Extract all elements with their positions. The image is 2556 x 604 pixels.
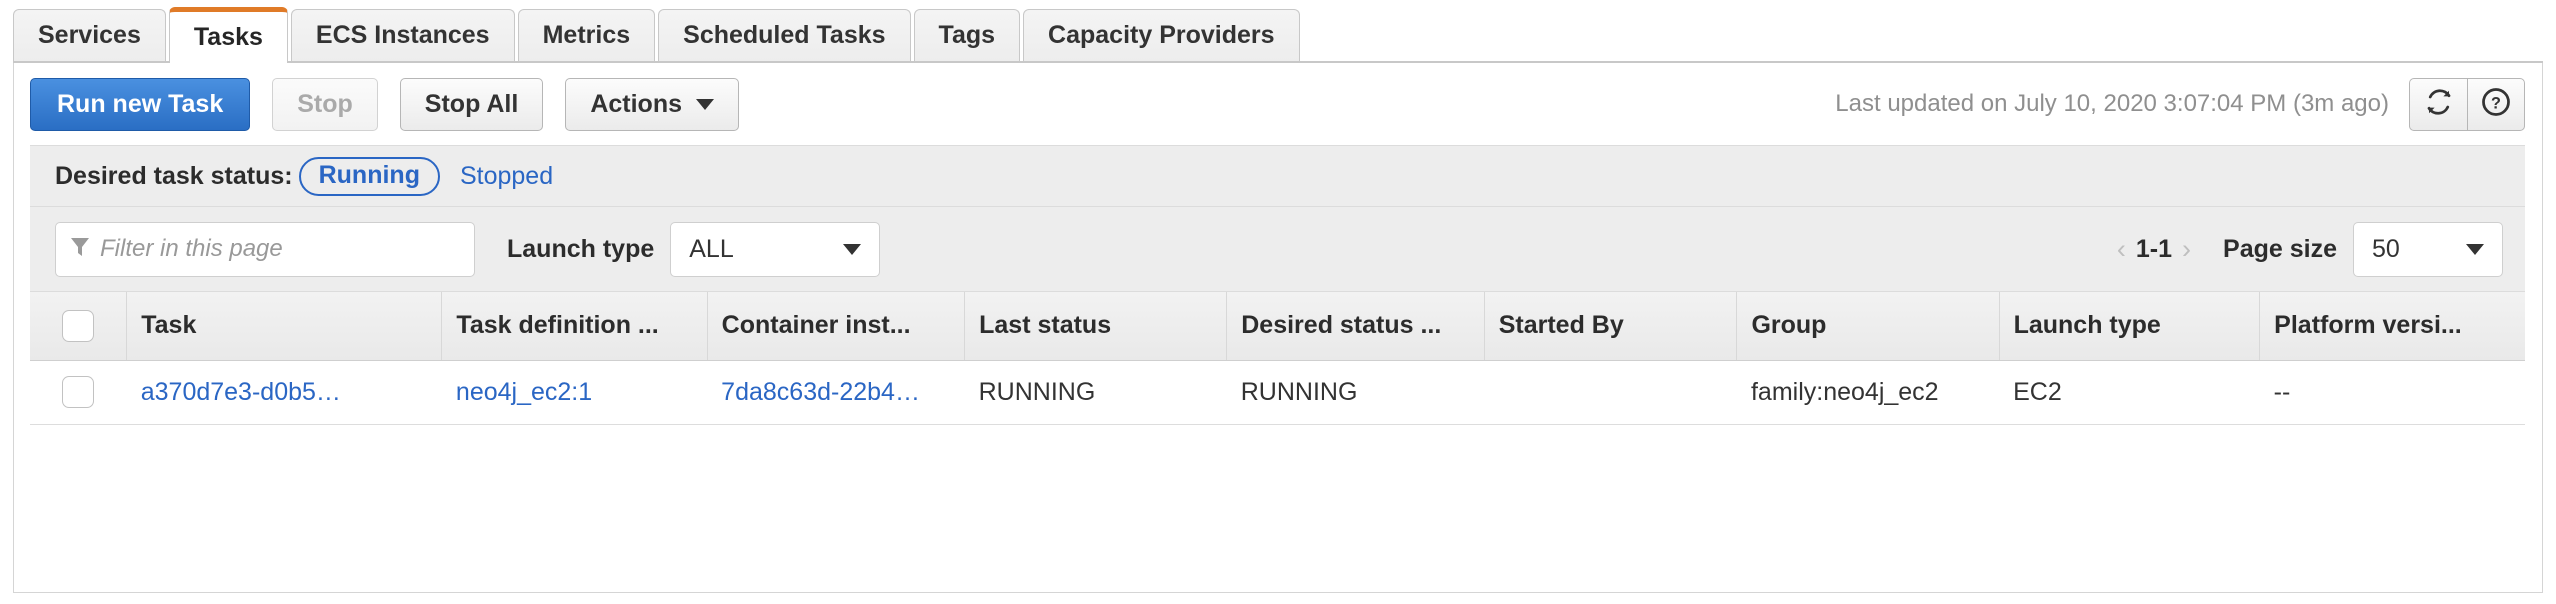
column-header-task[interactable]: Task — [126, 292, 443, 361]
desired-task-status-label: Desired task status: — [55, 161, 293, 190]
tab-metrics[interactable]: Metrics — [517, 9, 656, 61]
desired-task-status-row: Desired task status: Running Stopped — [30, 146, 2525, 206]
cell-platform-version: -- — [2259, 360, 2525, 425]
cell-group: family:neo4j_ec2 — [1736, 360, 2000, 425]
cluster-tab-bar: Services Tasks ECS Instances Metrics Sch… — [13, 5, 2543, 63]
funnel-icon — [70, 236, 90, 263]
toolbar-icon-group: ? — [2409, 77, 2525, 131]
launch-type-selected-value: ALL — [689, 234, 734, 263]
chevron-down-icon — [843, 243, 862, 255]
tab-label: Tags — [938, 21, 996, 49]
ecs-tasks-screen: Services Tasks ECS Instances Metrics Sch… — [0, 0, 2556, 604]
help-icon: ? — [2481, 87, 2511, 122]
tab-services[interactable]: Services — [13, 9, 166, 61]
prev-page-button[interactable]: ‹ — [2107, 234, 2136, 265]
tab-scheduled-tasks[interactable]: Scheduled Tasks — [658, 9, 911, 61]
stop-button[interactable]: Stop — [272, 77, 378, 131]
column-header-container-instance[interactable]: Container inst... — [707, 292, 966, 361]
tab-label: Scheduled Tasks — [683, 21, 886, 49]
chevron-down-icon — [696, 98, 714, 110]
run-new-task-label: Run new Task — [57, 89, 224, 118]
column-header-launch-type[interactable]: Launch type — [1999, 292, 2261, 361]
page-size-select[interactable]: 50 — [2353, 221, 2503, 277]
cell-launch-type: EC2 — [1999, 360, 2260, 425]
tab-tags[interactable]: Tags — [913, 9, 1021, 61]
row-select-cell — [30, 360, 127, 425]
status-filter-stopped[interactable]: Stopped — [460, 162, 553, 191]
refresh-button[interactable] — [2409, 77, 2467, 131]
table-row: a370d7e3-d0b5… neo4j_ec2:1 7da8c63d-22b4… — [30, 360, 2525, 425]
filter-band: Desired task status: Running Stopped Fil… — [30, 145, 2525, 292]
stop-all-button[interactable]: Stop All — [399, 77, 544, 131]
filter-controls-row: Filter in this page Launch type ALL ‹ 1-… — [30, 206, 2525, 291]
pagination-controls: ‹ 1-1 › Page size 50 — [2107, 221, 2503, 277]
table-header-row: Task Task definition ... Container inst.… — [30, 292, 2525, 361]
select-all-header — [30, 292, 128, 361]
tab-label: Tasks — [193, 23, 263, 51]
next-page-button[interactable]: › — [2172, 234, 2201, 265]
page-size-label: Page size — [2223, 234, 2337, 263]
status-filter-running[interactable]: Running — [298, 156, 440, 196]
cell-last-status: RUNNING — [964, 360, 1227, 425]
refresh-icon — [2424, 87, 2454, 122]
select-all-checkbox[interactable] — [62, 309, 95, 342]
actions-label: Actions — [590, 89, 682, 118]
page-range-label: 1-1 — [2135, 234, 2173, 263]
column-header-last-status[interactable]: Last status — [964, 292, 1228, 361]
tab-label: Metrics — [542, 21, 631, 49]
tab-capacity-providers[interactable]: Capacity Providers — [1023, 9, 1300, 61]
tab-label: Services — [38, 21, 141, 49]
tasks-panel: Run new Task Stop Stop All Actions Last … — [13, 63, 2543, 593]
stop-label: Stop — [297, 89, 353, 118]
tasks-table: Task Task definition ... Container inst.… — [30, 292, 2525, 425]
cell-started-by — [1484, 360, 1737, 425]
column-header-desired-status[interactable]: Desired status ... — [1226, 292, 1485, 361]
launch-type-select[interactable]: ALL — [670, 221, 881, 277]
cell-desired-status: RUNNING — [1226, 360, 1485, 425]
cell-task: a370d7e3-d0b5… — [126, 360, 442, 425]
tab-label: ECS Instances — [315, 21, 490, 49]
actions-dropdown-button[interactable]: Actions — [565, 77, 739, 131]
row-checkbox[interactable] — [62, 376, 95, 408]
svg-text:?: ? — [2491, 94, 2501, 112]
cell-task-definition: neo4j_ec2:1 — [441, 360, 708, 425]
column-header-platform-version[interactable]: Platform versi... — [2259, 292, 2525, 361]
cell-container-instance: 7da8c63d-22b4… — [707, 360, 965, 425]
tab-label: Capacity Providers — [1048, 21, 1275, 49]
last-updated-text: Last updated on July 10, 2020 3:07:04 PM… — [1835, 90, 2389, 117]
container-instance-link[interactable]: 7da8c63d-22b4… — [721, 378, 920, 406]
column-header-task-definition[interactable]: Task definition ... — [441, 292, 708, 361]
tasks-toolbar: Run new Task Stop Stop All Actions Last … — [14, 63, 2542, 145]
filter-input-wrapper[interactable]: Filter in this page — [55, 221, 475, 277]
tab-tasks[interactable]: Tasks — [168, 7, 288, 63]
column-header-group[interactable]: Group — [1736, 292, 2000, 361]
stop-all-label: Stop All — [424, 89, 519, 118]
help-button[interactable]: ? — [2467, 77, 2525, 131]
task-link[interactable]: a370d7e3-d0b5… — [141, 378, 341, 406]
column-header-started-by[interactable]: Started By — [1484, 292, 1738, 361]
run-new-task-button[interactable]: Run new Task — [30, 77, 251, 131]
tab-ecs-instances[interactable]: ECS Instances — [290, 9, 515, 61]
task-definition-link[interactable]: neo4j_ec2:1 — [456, 378, 592, 406]
launch-type-filter-label: Launch type — [507, 234, 655, 263]
chevron-down-icon — [2466, 243, 2484, 255]
page-size-selected-value: 50 — [2372, 234, 2400, 263]
filter-input-placeholder: Filter in this page — [100, 235, 283, 262]
